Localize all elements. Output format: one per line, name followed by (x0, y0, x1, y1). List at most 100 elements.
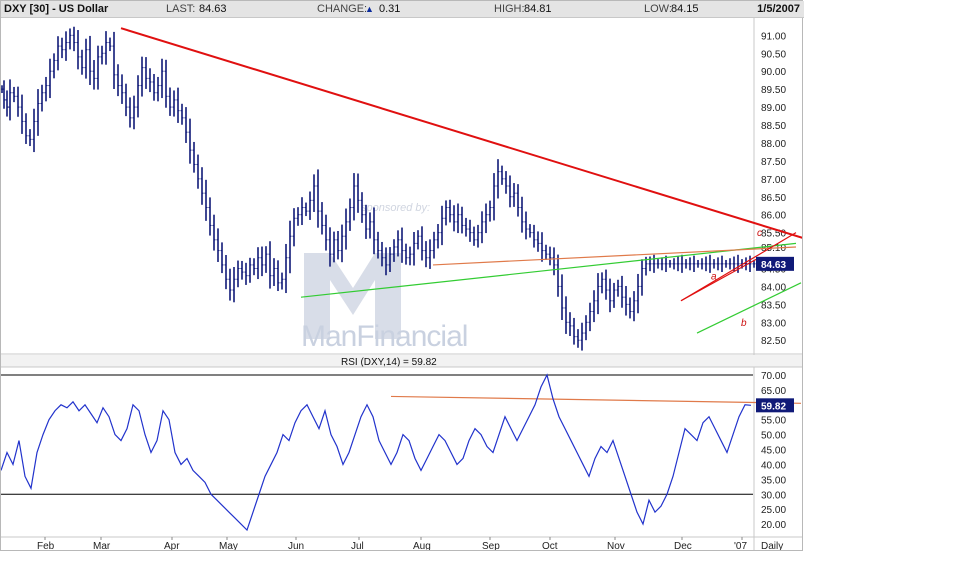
price-bar (640, 259, 644, 296)
price-bar (432, 231, 436, 259)
price-bar (508, 175, 512, 208)
price-bar (100, 45, 104, 65)
price-bar (416, 230, 420, 250)
price-bar (320, 202, 324, 235)
price-bar (484, 203, 488, 234)
price-bar (144, 57, 148, 89)
price-bar (184, 107, 188, 143)
price-bar (104, 31, 108, 65)
price-bar (464, 217, 468, 237)
quote-date: 1/5/2007 (757, 3, 800, 15)
price-bar (324, 214, 328, 251)
price-bar (60, 37, 64, 59)
price-bar (260, 246, 264, 277)
change-label: CHANGE: (317, 3, 368, 15)
price-bar (40, 84, 44, 112)
price-bar (208, 197, 212, 236)
price-bar (448, 199, 452, 223)
month-label: Feb (37, 541, 55, 550)
price-bar (224, 255, 228, 290)
month-label: Aug (413, 541, 431, 550)
up-triangle-icon: ▲ (365, 4, 374, 14)
price-bar (272, 258, 276, 287)
price-bar (492, 173, 496, 221)
price-bar (560, 274, 564, 321)
price-bar (668, 259, 672, 268)
price-bar (572, 317, 576, 345)
rsi-tick-label: 65.00 (761, 386, 786, 397)
price-bar (96, 45, 100, 90)
price-bar (204, 179, 208, 221)
low-value: 84.15 (671, 3, 699, 15)
price-bar (116, 64, 120, 97)
price-bar (532, 224, 536, 248)
rsi-tick-label: 45.00 (761, 446, 786, 457)
high-value: 84.81 (524, 3, 552, 15)
price-bar (192, 141, 196, 173)
price-bar (588, 302, 592, 332)
price-bar (344, 208, 348, 250)
price-bar (76, 30, 80, 70)
current-rsi-label: 59.82 (761, 401, 786, 412)
price-bar (452, 205, 456, 232)
watermark-subtext: sponsored by: (361, 202, 430, 214)
price-bar (520, 196, 524, 233)
price-bar (236, 260, 240, 288)
price-bar (724, 259, 728, 268)
price-bar (700, 258, 704, 270)
price-tick-label: 90.00 (761, 67, 786, 78)
rsi-tick-label: 25.00 (761, 505, 786, 516)
rsi-tick-label: 40.00 (761, 460, 786, 471)
price-bar (304, 202, 308, 217)
price-bar (616, 279, 620, 297)
price-bar (284, 243, 288, 294)
price-bar (340, 224, 344, 263)
price-bar (288, 220, 292, 274)
price-bar (720, 255, 724, 273)
price-bar (488, 200, 492, 222)
price-bar (652, 254, 656, 273)
price-bar (684, 259, 688, 269)
price-bar (72, 26, 76, 52)
price-bar (264, 246, 268, 273)
quote-header: DXY [30] - US Dollar LAST: 84.63 CHANGE:… (1, 1, 804, 18)
last-label: LAST: (166, 3, 196, 15)
price-bar (20, 94, 24, 134)
price-bar (556, 254, 560, 297)
price-bar (200, 167, 204, 205)
price-bar (216, 228, 220, 262)
price-bar (140, 56, 144, 97)
price-tick-label: 87.50 (761, 157, 786, 168)
rsi-panel: RSI (DXY,14) = 59.8270.0065.0060.0055.00… (1, 353, 802, 550)
price-bar (336, 230, 340, 260)
price-bar (692, 255, 696, 273)
price-bar (252, 258, 256, 276)
price-bar (604, 269, 608, 300)
price-bar (348, 198, 352, 231)
price-bar (696, 259, 700, 268)
price-bar (584, 315, 588, 341)
price-bar (28, 129, 32, 147)
price-bar (268, 241, 272, 289)
price-bar (564, 296, 568, 334)
month-label: Jun (288, 541, 304, 550)
price-bar (248, 257, 252, 283)
month-label: Jul (351, 541, 364, 550)
price-bar (352, 173, 356, 221)
rsi-title: RSI (DXY,14) = 59.82 (341, 357, 437, 368)
price-bar (408, 246, 412, 266)
price-bar (676, 256, 680, 272)
price-bar (536, 231, 540, 252)
price-bar (84, 38, 88, 79)
price-bar (440, 205, 444, 246)
period-label: Daily (761, 541, 783, 550)
price-bar (552, 247, 556, 276)
price-bar (636, 273, 640, 314)
price-bar (412, 231, 416, 266)
price-tick-label: 86.00 (761, 211, 786, 222)
rsi-tick-label: 50.00 (761, 431, 786, 442)
price-bar (476, 224, 480, 248)
price-bar (728, 258, 732, 270)
price-bar (496, 159, 500, 199)
price-bar (176, 87, 180, 123)
